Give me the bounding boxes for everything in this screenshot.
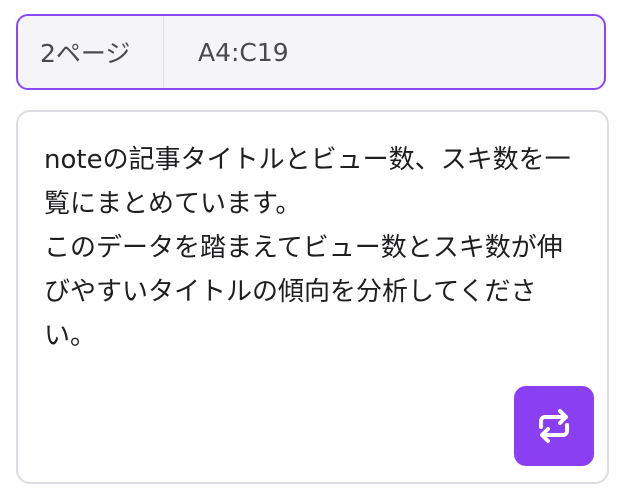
prompt-text[interactable]: noteの記事タイトルとビュー数、スキ数を一覧にまとめています。 このデータを踏…: [44, 138, 584, 358]
range-selector[interactable]: 2ページ A4:C19: [16, 14, 606, 90]
refresh-icon: [539, 409, 569, 443]
prompt-box[interactable]: noteの記事タイトルとビュー数、スキ数を一覧にまとめています。 このデータを踏…: [16, 110, 609, 484]
page-label[interactable]: 2ページ: [18, 16, 164, 88]
cell-range-value[interactable]: A4:C19: [164, 38, 289, 67]
refresh-button[interactable]: [514, 386, 594, 466]
